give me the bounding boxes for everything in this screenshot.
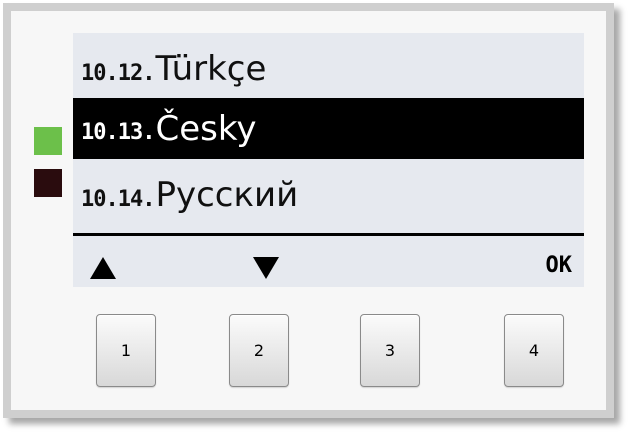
green-status-led bbox=[34, 127, 62, 155]
lcd-screen: 10.12. Türkçe 10.13. Česky 10.14. Русски… bbox=[73, 33, 584, 287]
button-4[interactable]: 4 bbox=[504, 314, 564, 387]
button-3[interactable]: 3 bbox=[360, 314, 420, 387]
menu-item-russkiy[interactable]: 10.14. Русский bbox=[73, 166, 584, 224]
red-status-led bbox=[34, 169, 62, 197]
button-2[interactable]: 2 bbox=[229, 314, 289, 387]
menu-item-label: Česky bbox=[155, 108, 257, 149]
menu-item-number: 10.13. bbox=[81, 120, 155, 145]
ok-softkey-label: OK bbox=[545, 253, 573, 278]
menu-item-number: 10.12. bbox=[81, 60, 155, 86]
button-1[interactable]: 1 bbox=[96, 314, 156, 387]
menu-item-cesky[interactable]: 10.13. Česky bbox=[73, 98, 584, 159]
menu-item-label: Русский bbox=[155, 175, 299, 215]
down-arrow-icon bbox=[253, 257, 279, 279]
menu-item-label: Türkçe bbox=[155, 49, 267, 89]
up-arrow-icon bbox=[90, 257, 116, 279]
menu-item-turkce[interactable]: 10.12. Türkçe bbox=[73, 40, 584, 98]
softkey-divider bbox=[73, 233, 584, 236]
menu-item-number: 10.14. bbox=[81, 186, 155, 212]
softkey-bar: OK bbox=[73, 240, 584, 282]
